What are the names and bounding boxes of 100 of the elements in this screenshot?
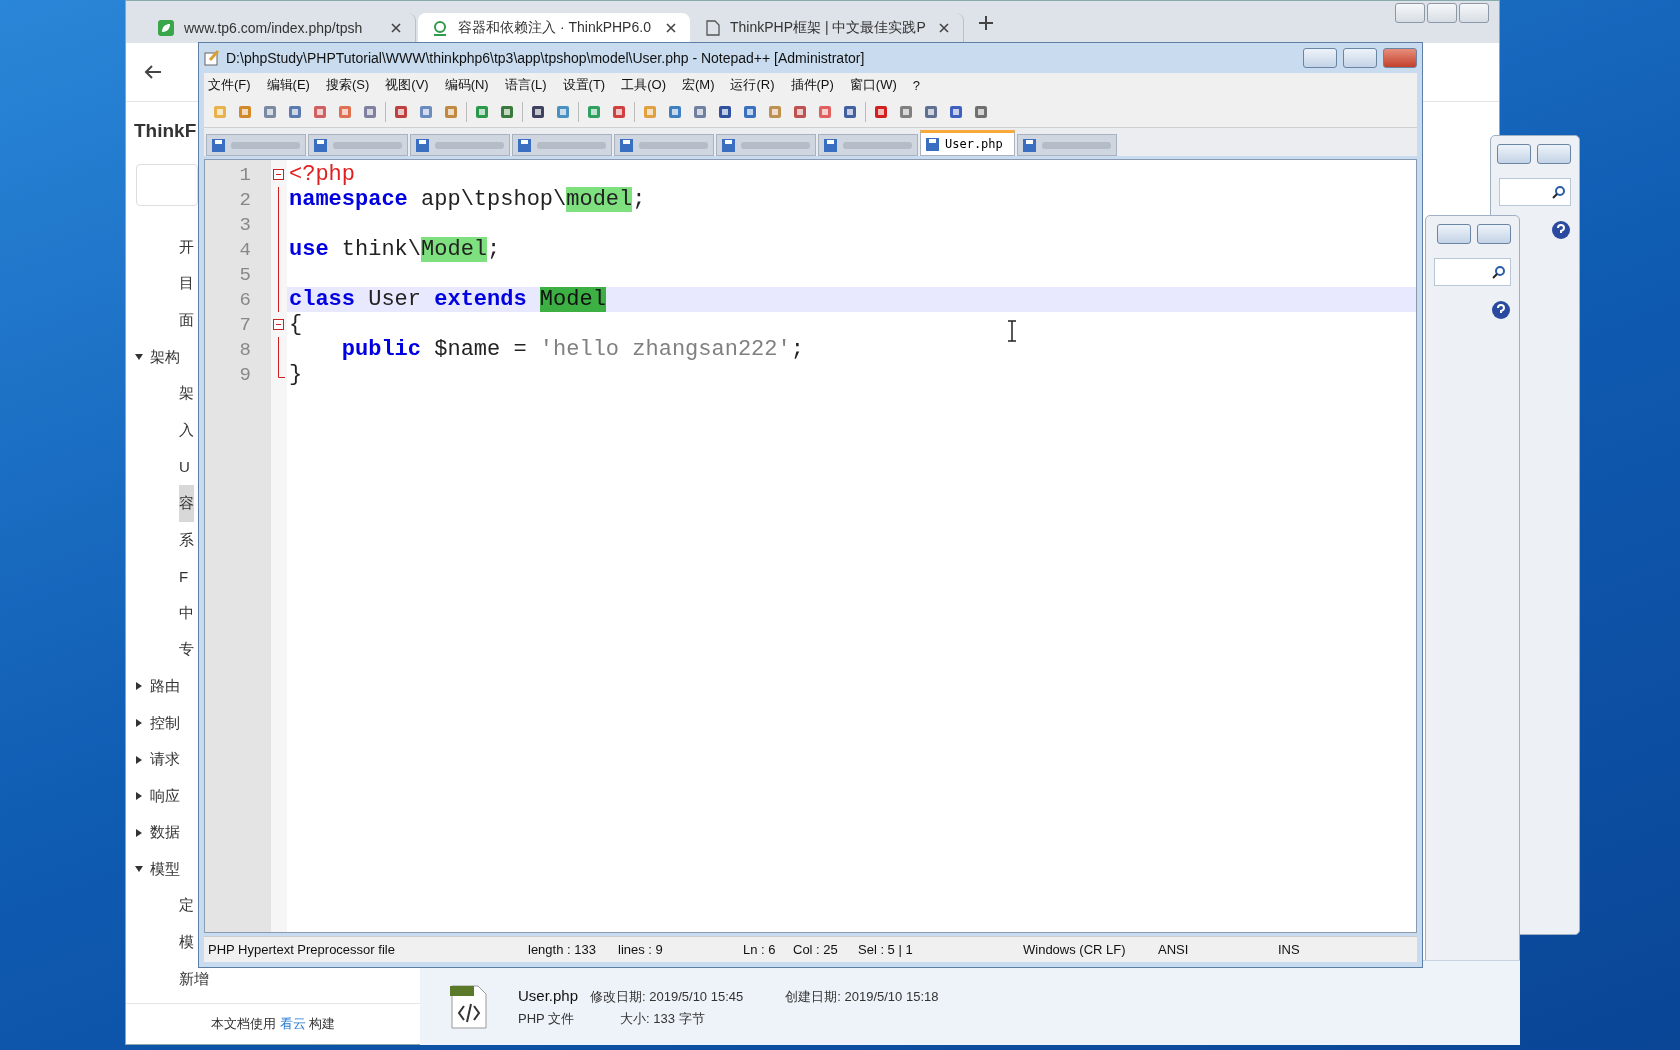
close-icon[interactable] xyxy=(666,23,676,33)
code-line: namespace app\tpshop\model; xyxy=(288,187,646,212)
caret-icon[interactable] xyxy=(134,718,144,728)
nav-item[interactable]: U xyxy=(179,448,190,486)
text-cursor-icon xyxy=(1007,320,1017,342)
file-tab[interactable] xyxy=(410,134,510,156)
menu-item[interactable]: 工具(O) xyxy=(621,76,666,94)
minimize-button[interactable] xyxy=(1395,3,1425,23)
search-icon[interactable] xyxy=(1492,265,1506,279)
close-icon[interactable] xyxy=(939,23,949,33)
caret-icon[interactable] xyxy=(134,791,144,802)
close-button[interactable] xyxy=(1477,224,1511,244)
nav-item[interactable]: F xyxy=(179,558,189,595)
menu-item[interactable]: 搜索(S) xyxy=(325,76,370,94)
file-tab[interactable] xyxy=(818,134,918,156)
status-text: PHP Hypertext Preprocessor file xyxy=(207,942,396,957)
nav-item[interactable]: 系 xyxy=(179,521,194,559)
line-number: 7 xyxy=(238,313,251,336)
footer-link[interactable]: 看云 xyxy=(279,1016,306,1031)
caret-icon[interactable] xyxy=(134,681,144,692)
nav-item[interactable]: 入 xyxy=(179,411,194,449)
nav-item[interactable]: 模 xyxy=(179,924,194,961)
footer-text: 本文档使用 看云 构建 xyxy=(211,1015,336,1033)
close-button[interactable] xyxy=(1459,3,1489,23)
menu-item[interactable]: 编辑(E) xyxy=(266,76,310,94)
nav-item[interactable]: 面 xyxy=(179,302,194,339)
nav-group[interactable]: 数据 xyxy=(150,823,180,843)
help-icon[interactable] xyxy=(1551,220,1571,240)
file-tab[interactable] xyxy=(716,134,816,156)
menu-item[interactable]: 编码(N) xyxy=(444,76,489,94)
menu-item[interactable]: 宏(M) xyxy=(681,76,715,94)
line-number: 1 xyxy=(238,163,251,186)
file-tab[interactable] xyxy=(614,134,714,156)
created-date: 创建日期: 2019/5/10 15:18 xyxy=(784,987,939,1006)
status-text: length : 133 xyxy=(527,942,597,957)
nav-item[interactable]: 专 xyxy=(179,631,194,669)
collapse-icon[interactable] xyxy=(273,169,284,180)
close-button[interactable] xyxy=(1383,48,1417,68)
restore-button[interactable] xyxy=(1437,224,1471,244)
back-icon[interactable] xyxy=(144,64,162,80)
window-title: D:\phpStudy\PHPTutorial\WWW\thinkphp6\tp3\app\tpshop\model\User.php - Notepad++ [Administrator] xyxy=(226,50,866,66)
line-number: 5 xyxy=(238,263,251,286)
search-icon[interactable] xyxy=(1552,185,1566,199)
nav-item[interactable]: 中 xyxy=(179,594,194,632)
nav-item[interactable]: 目 xyxy=(179,265,194,303)
maximize-button[interactable] xyxy=(1343,48,1377,68)
restore-button[interactable] xyxy=(1497,144,1531,164)
search-field[interactable] xyxy=(1499,178,1571,206)
menu-item[interactable]: 视图(V) xyxy=(385,76,429,94)
line-number: 2 xyxy=(238,188,251,211)
maximize-button[interactable] xyxy=(1427,3,1457,23)
line-number: 9 xyxy=(238,363,251,386)
menu-item[interactable]: 设置(T) xyxy=(562,76,606,94)
page-icon xyxy=(706,20,720,36)
nav-item[interactable]: 容 xyxy=(179,485,194,522)
nav-group[interactable]: 控制 xyxy=(150,713,180,733)
file-tab[interactable] xyxy=(308,134,408,156)
file-tab[interactable]: User.php xyxy=(920,130,1015,156)
nav-item[interactable]: 新增 xyxy=(179,960,209,998)
help-icon[interactable] xyxy=(1491,300,1511,320)
status-text: lines : 9 xyxy=(617,942,664,957)
minimize-button[interactable] xyxy=(1303,48,1337,68)
site-brand: ThinkF xyxy=(134,120,197,142)
menu-item[interactable]: 文件(F) xyxy=(208,76,251,94)
menu-item[interactable]: 运行(R) xyxy=(730,76,775,94)
file-tab[interactable] xyxy=(1017,134,1117,156)
new-tab-icon[interactable] xyxy=(978,15,994,31)
file-name: User.php xyxy=(518,986,579,1004)
save-icon xyxy=(824,138,837,152)
nav-item[interactable]: 开 xyxy=(179,229,194,266)
file-tab[interactable] xyxy=(512,134,612,156)
nav-item[interactable]: 定 xyxy=(179,887,194,925)
line-number: 8 xyxy=(238,338,251,361)
caret-icon[interactable] xyxy=(134,754,144,765)
menu-item[interactable]: 语言(L) xyxy=(504,76,547,94)
menu-item[interactable]: 窗口(W) xyxy=(849,76,897,94)
search-field[interactable] xyxy=(1434,258,1511,286)
file-type: PHP 文件 xyxy=(518,1009,576,1028)
code-line: class User extends Model xyxy=(288,287,606,312)
nav-group[interactable]: 请求 xyxy=(150,750,180,770)
status-text: Sel : 5 | 1 xyxy=(857,942,914,957)
menu-item[interactable]: ? xyxy=(912,77,921,93)
nav-group[interactable]: 模型 xyxy=(150,859,180,879)
caret-icon[interactable] xyxy=(134,827,144,838)
collapse-icon[interactable] xyxy=(273,319,284,330)
browser-tab[interactable]: 容器和依赖注入 · ThinkPHP6.0 xyxy=(418,13,690,43)
nav-group[interactable]: 响应 xyxy=(150,786,180,806)
save-icon xyxy=(314,138,327,152)
nav-group[interactable]: 架构 xyxy=(150,347,180,367)
code-line: <?php xyxy=(288,162,355,187)
save-icon xyxy=(620,138,633,152)
close-button[interactable] xyxy=(1537,144,1571,164)
nav-item[interactable]: 架 xyxy=(179,375,194,412)
menu-item[interactable]: 插件(P) xyxy=(790,76,834,94)
save-icon xyxy=(212,138,225,152)
nav-group[interactable]: 路由 xyxy=(150,676,180,696)
status-text: Col : 25 xyxy=(792,942,839,957)
close-icon[interactable] xyxy=(391,23,401,33)
save-icon xyxy=(926,137,939,151)
file-tab[interactable] xyxy=(206,134,306,156)
